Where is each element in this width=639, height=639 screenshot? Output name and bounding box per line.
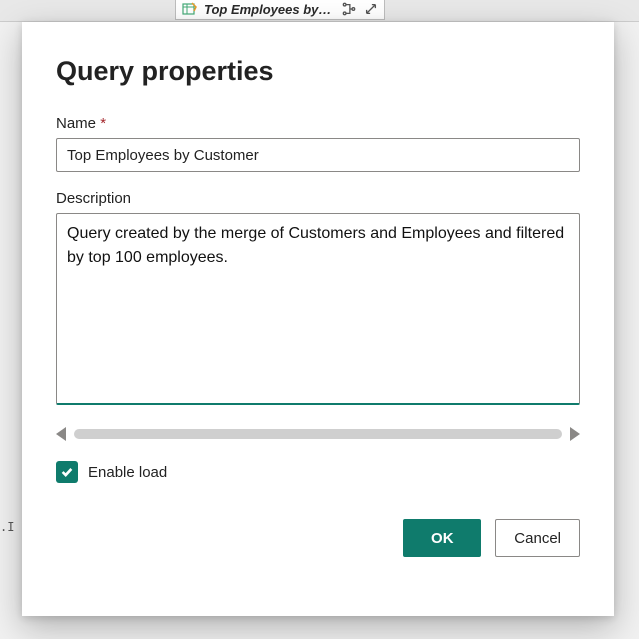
branch-icon[interactable]	[342, 2, 356, 16]
enable-load-checkbox[interactable]	[56, 461, 78, 483]
scroll-right-arrow[interactable]	[570, 427, 580, 441]
ok-button[interactable]: OK	[403, 519, 481, 557]
name-label-text: Name	[56, 115, 96, 132]
query-tab[interactable]: Top Employees by…	[175, 0, 385, 20]
dialog-button-row: OK Cancel	[56, 519, 580, 557]
query-tab-title: Top Employees by…	[204, 2, 331, 17]
cancel-button[interactable]: Cancel	[495, 519, 580, 557]
scroll-left-arrow[interactable]	[56, 427, 66, 441]
horizontal-scrollbar[interactable]	[56, 427, 580, 441]
checkmark-icon	[60, 465, 74, 479]
required-asterisk: *	[100, 115, 106, 132]
background-code-snippet: .I	[0, 520, 14, 534]
description-field-label: Description	[56, 190, 580, 207]
name-input[interactable]	[56, 138, 580, 172]
scroll-track[interactable]	[74, 429, 562, 439]
enable-load-label: Enable load	[88, 464, 167, 481]
dialog-title: Query properties	[56, 56, 580, 87]
query-properties-dialog: Query properties Name * Description Enab…	[22, 22, 614, 616]
enable-load-row[interactable]: Enable load	[56, 461, 580, 483]
name-field-label: Name *	[56, 115, 580, 132]
query-table-icon	[182, 1, 198, 17]
description-textarea[interactable]	[56, 213, 580, 405]
expand-icon[interactable]	[364, 2, 378, 16]
